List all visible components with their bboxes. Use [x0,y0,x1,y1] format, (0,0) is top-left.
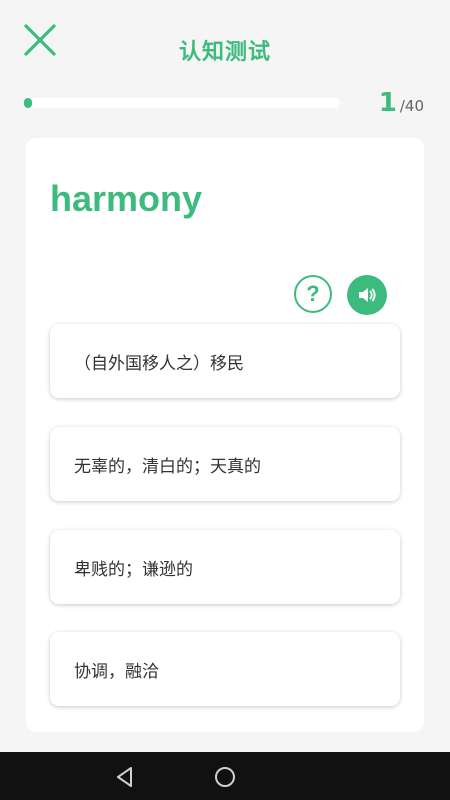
home-circle-icon [215,767,235,787]
top-bar: 认知测试 [0,0,450,90]
question-icon: ? [306,281,320,306]
pronunciation-button[interactable] [347,275,387,315]
speaker-icon [359,288,376,302]
question-card: harmony ? （自外国移人之）移民 无辜的，清白的；天真的 卑贱的；谦逊的… [26,138,424,732]
answer-option-text: 无辜的，清白的；天真的 [74,456,261,477]
answer-option-text: 卑贱的；谦逊的 [74,559,193,580]
answer-option-1[interactable]: （自外国移人之）移民 [50,324,400,398]
current-question-number: 1 [378,88,397,118]
answer-option-3[interactable]: 卑贱的；谦逊的 [50,530,400,604]
system-nav-bar [0,752,450,800]
answer-option-text: 协调，融洽 [74,661,159,682]
help-button[interactable]: ? [294,275,332,313]
answer-option-text: （自外国移人之）移民 [74,353,244,374]
home-button[interactable] [212,764,238,790]
progress-bar [24,98,340,108]
page-title: 认知测试 [178,40,271,65]
back-button[interactable] [112,764,138,790]
answer-option-2[interactable]: 无辜的，清白的；天真的 [50,427,400,501]
answer-option-4[interactable]: 协调，融洽 [50,632,400,706]
question-counter: 1 /40 [379,88,424,118]
total-questions: /40 [399,97,424,115]
quiz-word: harmony [50,178,203,219]
back-triangle-icon [117,767,132,787]
progress-fill [24,98,32,108]
